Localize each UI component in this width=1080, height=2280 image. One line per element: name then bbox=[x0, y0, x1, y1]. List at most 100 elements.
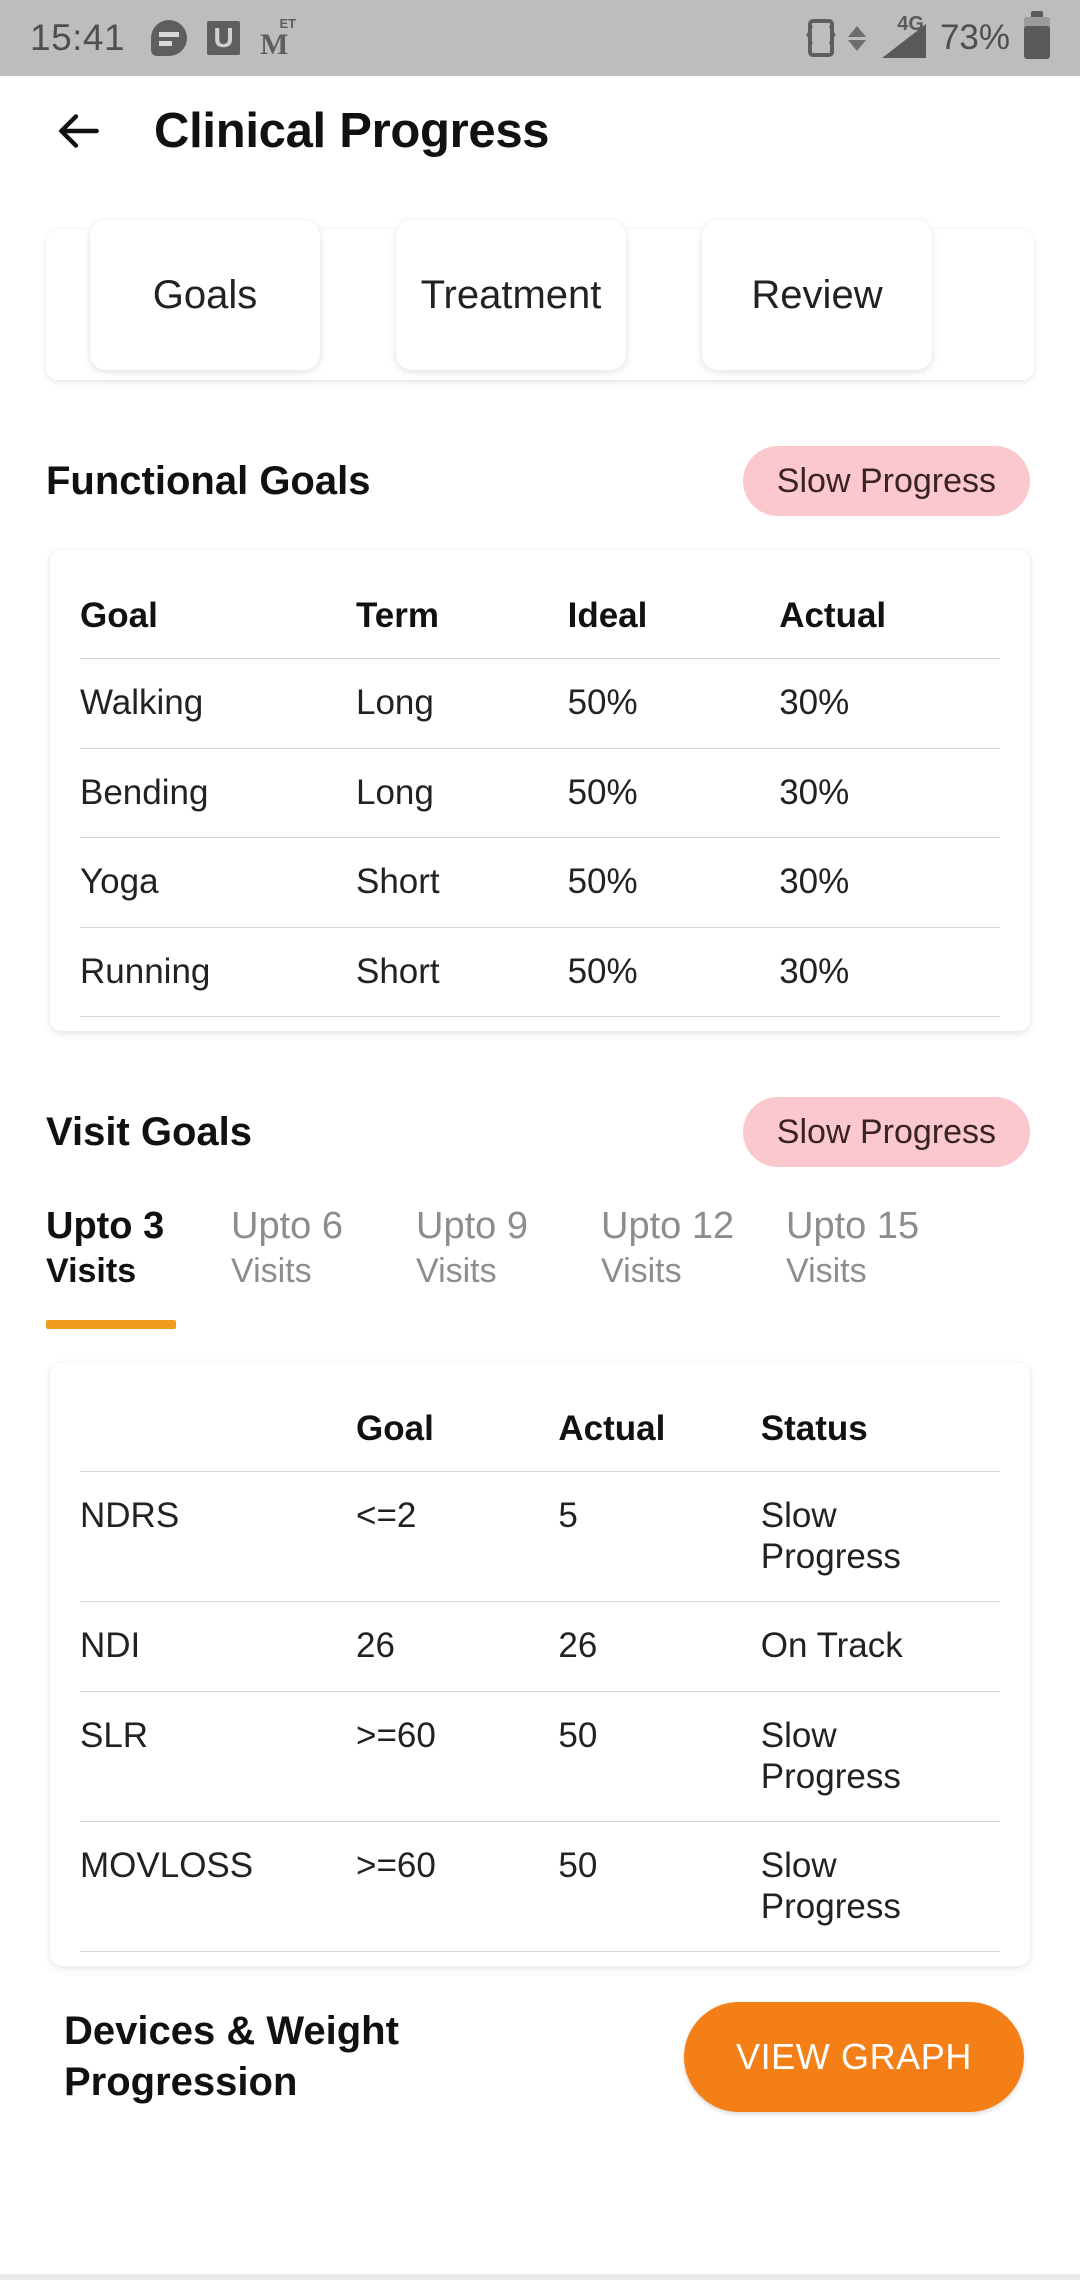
visit-tab-label-line1: Upto 9 bbox=[416, 1205, 528, 1248]
cell-term: Long bbox=[356, 748, 568, 839]
active-tab-indicator bbox=[46, 1320, 176, 1330]
tab-treatment[interactable]: Treatment bbox=[396, 220, 626, 370]
cell-actual: 30% bbox=[779, 837, 1000, 928]
status-bar-system-icons: 4G 73% bbox=[807, 11, 1050, 59]
page-title: Clinical Progress bbox=[154, 104, 550, 158]
cell-actual: 30% bbox=[779, 658, 1000, 749]
cell-term: Long bbox=[356, 658, 568, 749]
functional-goals-status-badge[interactable]: Slow Progress bbox=[742, 446, 1030, 516]
status-text: Slow Progress bbox=[760, 1496, 901, 1576]
visit-tab-upto-6[interactable]: Upto 6 Visits bbox=[231, 1203, 416, 1329]
cell-status: Slow Progress bbox=[760, 1821, 1000, 1953]
table-row: MOVLOSS >=60 50 Slow Progress bbox=[80, 1821, 1000, 1953]
visit-tab-upto-15[interactable]: Upto 15 Visits bbox=[786, 1203, 971, 1329]
app-bar: Clinical Progress bbox=[0, 76, 1080, 186]
cell-ideal: 50% bbox=[567, 837, 780, 928]
visit-goals-card: Goal Actual Status NDRS <=2 5 Slow Progr… bbox=[50, 1363, 1030, 1967]
cell-metric: MOVLOSS bbox=[80, 1821, 356, 1953]
column-header-actual: Actual bbox=[558, 1389, 761, 1473]
cell-actual: 50 bbox=[558, 1691, 761, 1823]
visit-goals-status-badge[interactable]: Slow Progress bbox=[742, 1097, 1030, 1168]
app-screen: 15:41 U ETM 4G 73% Clinica bbox=[0, 0, 1080, 2280]
devices-weight-title: Devices & Weight Progression bbox=[64, 2009, 399, 2105]
top-tab-bar: Goals Treatment Review bbox=[46, 220, 1034, 380]
cell-term: Short bbox=[356, 927, 568, 1018]
back-arrow-icon[interactable] bbox=[46, 99, 110, 163]
cell-ideal: 50% bbox=[567, 658, 780, 749]
economic-times-icon: ET M bbox=[260, 16, 297, 61]
cell-goal: 26 bbox=[356, 1601, 559, 1693]
cell-ideal: 50% bbox=[567, 927, 780, 1018]
table-row: Bending Long 50% 30% bbox=[80, 748, 1000, 839]
chat-bubble-icon bbox=[151, 20, 188, 56]
visit-tab-upto-9[interactable]: Upto 9 Visits bbox=[416, 1203, 601, 1329]
visit-tab-upto-12[interactable]: Upto 12 Visits bbox=[601, 1203, 786, 1329]
column-header-goal: Goal bbox=[80, 576, 356, 659]
table-header-row: Goal Actual Status bbox=[80, 1389, 1000, 1473]
table-header-row: Goal Term Ideal Actual bbox=[80, 576, 1000, 659]
cell-goal: Bending bbox=[80, 748, 356, 839]
view-graph-button[interactable]: VIEW GRAPH bbox=[683, 2002, 1024, 2113]
visit-tab-label-line2: Visits bbox=[46, 1251, 137, 1290]
column-header-ideal: Ideal bbox=[567, 576, 780, 659]
cell-status: Slow Progress bbox=[760, 1691, 1000, 1823]
tab-indicator bbox=[601, 1320, 731, 1329]
visit-tab-label-line2: Visits bbox=[231, 1251, 312, 1290]
cell-ideal: 50% bbox=[567, 748, 780, 839]
column-header-actual: Actual bbox=[779, 576, 1000, 659]
cell-term: Short bbox=[356, 837, 568, 928]
cell-goal: Running bbox=[80, 927, 356, 1018]
vibrate-icon bbox=[807, 19, 847, 57]
cell-actual: 50 bbox=[558, 1821, 761, 1953]
tab-indicator bbox=[231, 1320, 361, 1329]
cell-metric: NDRS bbox=[80, 1471, 356, 1603]
table-row: Running Short 50% 30% bbox=[80, 927, 1000, 1018]
table-row: NDRS <=2 5 Slow Progress bbox=[80, 1471, 1000, 1603]
visit-tab-label-line1: Upto 12 bbox=[601, 1205, 735, 1248]
battery-icon bbox=[1024, 11, 1050, 59]
visit-tab-label-line2: Visits bbox=[601, 1251, 682, 1290]
visit-tab-label-line1: Upto 6 bbox=[231, 1205, 343, 1248]
visit-tab-label-line2: Visits bbox=[416, 1251, 497, 1290]
visit-tab-label-line1: Upto 15 bbox=[786, 1205, 920, 1248]
status-text: Slow Progress bbox=[760, 1846, 901, 1926]
cell-goal: Walking bbox=[80, 658, 356, 749]
functional-goals-title: Functional Goals bbox=[46, 458, 371, 503]
tab-indicator bbox=[416, 1320, 546, 1329]
data-transfer-icon bbox=[847, 25, 866, 51]
signal-4g-icon: 4G bbox=[880, 13, 926, 58]
column-header-goal: Goal bbox=[356, 1389, 559, 1473]
column-header-status: Status bbox=[760, 1389, 1000, 1473]
u-app-icon: U bbox=[207, 21, 241, 55]
status-bar: 15:41 U ETM 4G 73% bbox=[0, 0, 1080, 76]
visit-tab-label-line2: Visits bbox=[786, 1251, 867, 1290]
cell-metric: SLR bbox=[80, 1691, 356, 1823]
functional-goals-header: Functional Goals Slow Progress bbox=[46, 446, 1030, 516]
functional-goals-table: Goal Term Ideal Actual Walking Long 50% … bbox=[80, 576, 1000, 1018]
cell-actual: 30% bbox=[779, 748, 1000, 839]
battery-percent-label: 73% bbox=[939, 18, 1010, 57]
column-header-metric bbox=[80, 1389, 356, 1473]
cell-goal: Yoga bbox=[80, 837, 356, 928]
visit-tab-strip[interactable]: Upto 3 Visits Upto 6 Visits Upto 9 Visit… bbox=[46, 1203, 1080, 1330]
cell-goal: <=2 bbox=[356, 1471, 559, 1603]
table-row: Walking Long 50% 30% bbox=[80, 658, 1000, 749]
tab-goals[interactable]: Goals bbox=[90, 220, 320, 370]
functional-goals-card: Goal Term Ideal Actual Walking Long 50% … bbox=[50, 550, 1030, 1032]
tab-review[interactable]: Review bbox=[702, 220, 932, 370]
column-header-term: Term bbox=[356, 576, 568, 659]
status-text: On Track bbox=[760, 1626, 903, 1666]
tab-indicator bbox=[786, 1320, 916, 1329]
cell-status: Slow Progress bbox=[760, 1471, 1000, 1603]
cell-actual: 5 bbox=[558, 1471, 761, 1603]
visit-tab-upto-3[interactable]: Upto 3 Visits bbox=[46, 1203, 231, 1330]
status-bar-notification-icons: U ET M bbox=[151, 16, 297, 61]
devices-weight-section: Devices & Weight Progression VIEW GRAPH bbox=[64, 2002, 1024, 2113]
cell-goal: >=60 bbox=[356, 1821, 559, 1953]
visit-goals-table: Goal Actual Status NDRS <=2 5 Slow Progr… bbox=[80, 1389, 1000, 1953]
status-text: Slow Progress bbox=[760, 1716, 901, 1796]
cell-goal: >=60 bbox=[356, 1691, 559, 1823]
visit-tab-label-line1: Upto 3 bbox=[46, 1205, 165, 1248]
table-row: SLR >=60 50 Slow Progress bbox=[80, 1691, 1000, 1823]
cell-actual: 26 bbox=[558, 1601, 761, 1693]
